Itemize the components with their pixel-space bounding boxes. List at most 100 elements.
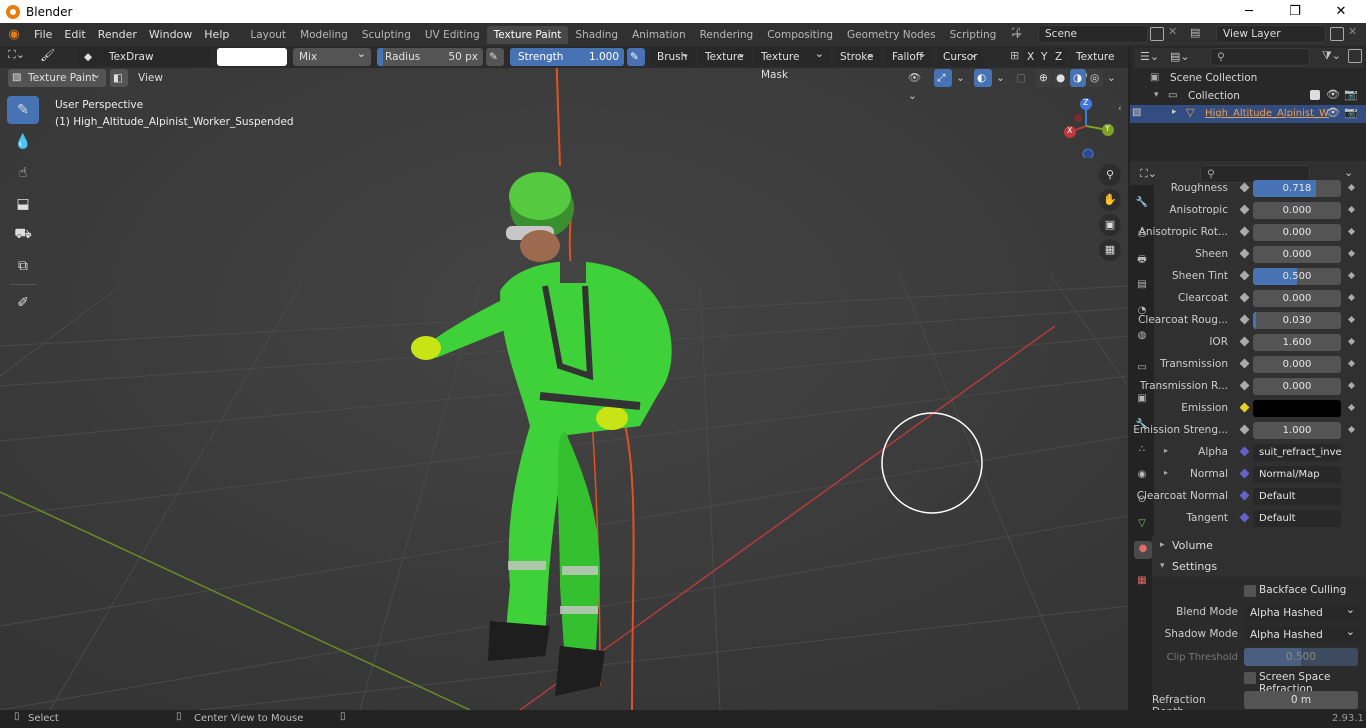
pan-hand-icon[interactable]: ✋ (1099, 189, 1121, 211)
keyframe-icon[interactable] (1347, 293, 1356, 302)
view-menu[interactable]: View (138, 72, 163, 84)
output-properties-icon[interactable]: 🖶 (1134, 252, 1150, 268)
collection-expand-icon[interactable]: ▾ (1154, 90, 1159, 100)
scene-collection-label[interactable]: Scene Collection (1170, 72, 1257, 84)
collection-render-icon[interactable]: 📷 (1344, 88, 1358, 101)
tab-animation[interactable]: Animation (625, 26, 693, 44)
keyframe-icon[interactable] (1347, 337, 1356, 346)
view-layer-icon[interactable]: ▤ (1190, 26, 1212, 43)
blend-mode-dropdown[interactable]: Mix (293, 45, 371, 66)
close-button[interactable]: ✕ (1318, 0, 1364, 23)
texture-slots-dropdown[interactable]: Texture Slots (1070, 48, 1128, 81)
emission-streng-field[interactable]: 1.000 (1253, 422, 1341, 439)
tab-layout[interactable]: Layout (243, 26, 293, 44)
tangent-field[interactable]: Default (1253, 510, 1341, 527)
menu-edit[interactable]: Edit (58, 28, 91, 41)
display-mode-icon[interactable]: ▤⌄ (1170, 50, 1190, 63)
shading-dropdown-icon[interactable]: ⌄ (1105, 69, 1119, 87)
overlay-dropdown-icon[interactable]: ⌄ (994, 69, 1008, 87)
mirror-z-toggle[interactable]: Z (1052, 48, 1065, 66)
keyframe-icon[interactable] (1347, 227, 1356, 236)
texture-mask-menu[interactable]: Texture Mask (755, 45, 829, 81)
tab-texture-paint[interactable]: Texture Paint (486, 26, 569, 44)
brush-name-field[interactable]: TexDraw (103, 48, 211, 66)
soften-tool-icon[interactable]: 💧 (7, 128, 39, 156)
keyframe-icon[interactable] (1347, 381, 1356, 390)
wireframe-shading-icon[interactable]: ⊕ (1036, 69, 1052, 87)
settings-panel-header[interactable]: ▾ Settings (1152, 557, 1366, 577)
blend-mode-dropdown[interactable]: Alpha Hashed (1244, 601, 1360, 622)
keyframe-icon[interactable] (1347, 403, 1356, 412)
brush-color-swatch[interactable] (217, 48, 287, 66)
object-visibility-icon[interactable]: 👁 (1326, 106, 1340, 119)
volume-panel-header[interactable]: ▸ Volume (1152, 536, 1366, 556)
collection-visibility-icon[interactable]: 👁 (1326, 88, 1340, 101)
object-properties-icon[interactable]: ▣ (1134, 391, 1150, 407)
texture-properties-icon[interactable]: ▦ (1134, 573, 1150, 589)
mask-toggle-icon[interactable]: ◧ (110, 69, 128, 87)
radius-pressure-icon[interactable]: ✎ (486, 48, 504, 66)
collection-label[interactable]: Collection (1188, 90, 1240, 102)
minimize-button[interactable]: ─ (1226, 0, 1272, 23)
keyframe-icon[interactable] (1347, 315, 1356, 324)
cursor-menu[interactable]: Cursor (937, 45, 983, 66)
gizmo-dropdown-icon[interactable]: ⌄ (954, 69, 968, 87)
outliner-search-input[interactable]: ⚲ (1210, 48, 1310, 66)
menu-render[interactable]: Render (92, 28, 143, 41)
stroke-menu[interactable]: Stroke (834, 45, 880, 66)
transmission-field[interactable]: 0.000 (1253, 356, 1341, 373)
fill-tool-icon[interactable]: ⛟ (7, 221, 39, 249)
symmetry-icon[interactable]: ⊞ (1010, 49, 1019, 62)
ssr-checkbox[interactable] (1244, 672, 1256, 684)
overlay-toggle-icon[interactable]: ◐ (974, 69, 992, 87)
anisotropic-field[interactable]: 0.000 (1253, 202, 1341, 219)
solid-shading-icon[interactable]: ● (1053, 69, 1069, 87)
tab-rendering[interactable]: Rendering (693, 26, 761, 44)
keyframe-icon[interactable] (1347, 359, 1356, 368)
tab-sculpting[interactable]: Sculpting (355, 26, 418, 44)
new-view-layer-icon[interactable] (1330, 27, 1344, 41)
delete-scene-icon[interactable]: ✕ (1168, 25, 1177, 38)
camera-view-icon[interactable]: ▣ (1099, 214, 1121, 236)
zoom-icon[interactable]: ⚲ (1099, 164, 1121, 186)
menu-help[interactable]: Help (198, 28, 235, 41)
alpha-field[interactable]: suit_refract_invert.pn (1253, 444, 1341, 461)
tab-modeling[interactable]: Modeling (293, 26, 355, 44)
scene-selector[interactable]: Scene (1038, 25, 1148, 43)
smear-tool-icon[interactable]: ☝ (7, 159, 39, 187)
socket-expand-icon[interactable]: ▸ (1164, 446, 1168, 455)
scene-icon[interactable]: ⛶ (1012, 26, 1034, 43)
keyframe-icon[interactable] (1347, 271, 1356, 280)
sheen-field[interactable]: 0.000 (1253, 246, 1341, 263)
outliner-editor-icon[interactable]: ☰⌄ (1140, 50, 1159, 63)
object-render-icon[interactable]: 📷 (1344, 106, 1358, 119)
material-shading-icon[interactable]: ◑ (1070, 69, 1086, 87)
refraction-depth-field[interactable]: 0 m (1244, 691, 1358, 709)
physics-properties-icon[interactable]: ◉ (1134, 467, 1150, 483)
strength-slider[interactable]: Strength 1.000 (510, 48, 624, 66)
ior-field[interactable]: 1.600 (1253, 334, 1341, 351)
menu-file[interactable]: File (28, 28, 58, 41)
keyframe-icon[interactable] (1347, 425, 1356, 434)
falloff-menu[interactable]: Falloff (886, 45, 932, 66)
backface-culling-checkbox[interactable] (1244, 585, 1256, 597)
keyframe-icon[interactable] (1347, 183, 1356, 192)
brush-browse-icon[interactable]: ◆ (78, 48, 102, 66)
new-collection-icon[interactable] (1348, 49, 1362, 63)
world-properties-icon[interactable]: ◍ (1134, 328, 1150, 344)
particle-properties-icon[interactable]: ∴ (1134, 442, 1150, 458)
xray-icon[interactable]: ▢ (1014, 69, 1030, 87)
clearcoat-roug-field[interactable]: 0.030 (1253, 312, 1341, 329)
ortho-grid-icon[interactable]: ▦ (1099, 239, 1121, 261)
mask-tool-icon[interactable]: ⧉ (7, 252, 39, 280)
tab-uv-editing[interactable]: UV Editing (418, 26, 487, 44)
outliner-object-row[interactable]: ▧ ▸ ▽ High_Altitude_Alpinist_W 👁 📷 (1130, 105, 1366, 123)
menu-window[interactable]: Window (143, 28, 198, 41)
anisotropic-rot-field[interactable]: 0.000 (1253, 224, 1341, 241)
sidebar-toggle-icon[interactable]: ‹ (1118, 104, 1122, 114)
blender-menu-icon[interactable]: ◉ (0, 27, 28, 42)
3d-viewport[interactable]: User Perspective (1) High_Altitude_Alpin… (0, 46, 1128, 710)
object-data-icon[interactable]: ▽ (1134, 516, 1150, 532)
brush-menu[interactable]: Brush (651, 45, 695, 66)
tab-compositing[interactable]: Compositing (760, 26, 840, 44)
